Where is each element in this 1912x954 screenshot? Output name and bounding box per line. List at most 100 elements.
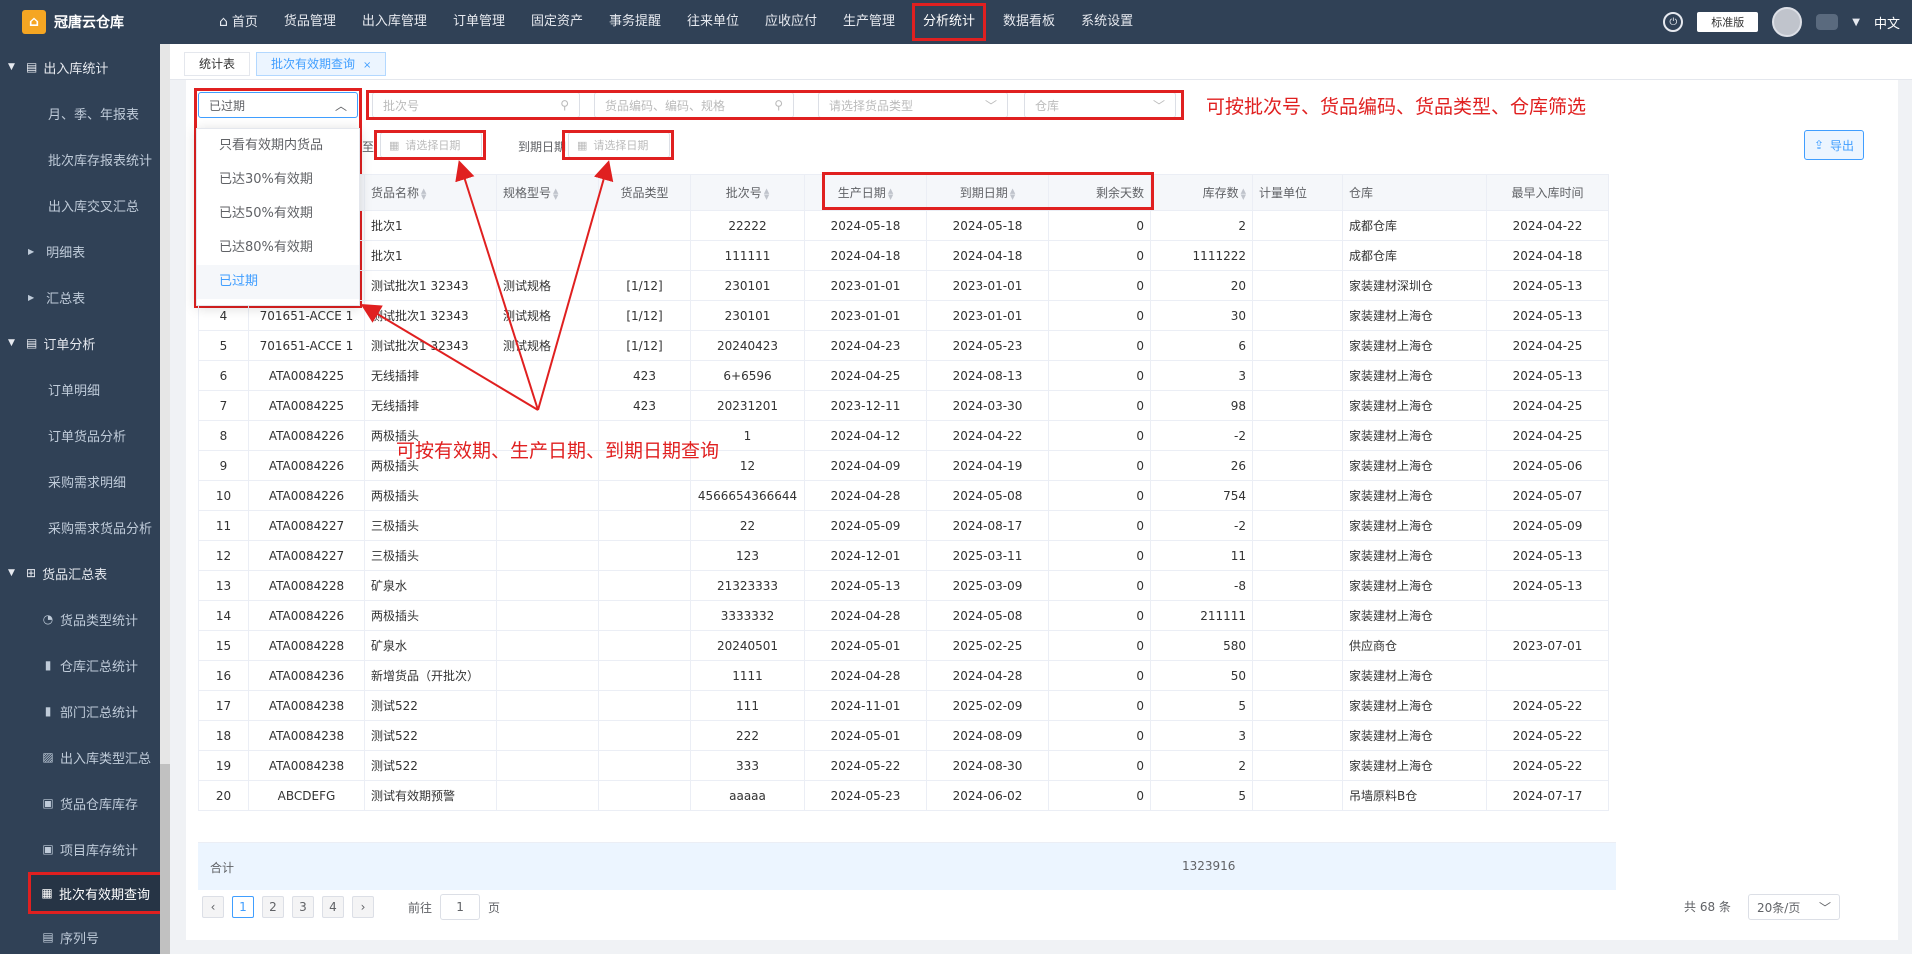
prev-page-icon[interactable]: ‹	[202, 896, 224, 918]
edition-badge[interactable]: 标准版	[1697, 12, 1759, 32]
close-icon[interactable]: ×	[363, 60, 371, 71]
sidebar-item-13[interactable]: ▮ 仓库汇总统计	[0, 642, 170, 688]
table-row[interactable]: 18 ATA0084238 测试522 222 2024-05-01 2024-08-09…	[198, 720, 1609, 751]
table-row[interactable]: 7 ATA0084225 无线插排 423 20231201 2023-12-11 2024…	[198, 390, 1609, 421]
table-row[interactable]: 批次1 111111 2024-04-18 2024-04-18 0 1111222 成都仓…	[198, 240, 1609, 271]
sidebar-item-9[interactable]: 采购需求明细	[0, 458, 170, 504]
table-cell: ABCDEFG	[248, 780, 365, 811]
sidebar-item-11[interactable]: ▼ ⊞ 货品汇总表	[0, 550, 170, 596]
app-logo[interactable]: ⌂ 冠唐云仓库	[0, 0, 170, 44]
nav-item-4[interactable]: 固定资产	[518, 0, 596, 44]
user-name[interactable]	[1816, 14, 1839, 30]
table-cell: 20231201	[690, 390, 805, 421]
sidebar-item-3[interactable]: 出入库交叉汇总	[0, 182, 170, 228]
nav-item-0[interactable]: ⌂ 首页	[206, 0, 271, 44]
table-row[interactable]: 10 ATA0084226 两极插头 4566654366644 2024-04-28 2…	[198, 480, 1609, 511]
sort-icon[interactable]: ▲ ▼	[764, 187, 769, 200]
dropdown-option[interactable]: 已过期	[197, 265, 359, 299]
table-row[interactable]: 12 ATA0084227 三极插头 123 2024-12-01 2025-03-11 0…	[198, 540, 1609, 571]
column-header[interactable]: 货品名称 ▲ ▼	[364, 174, 497, 211]
sidebar-item-14[interactable]: ▮ 部门汇总统计	[0, 688, 170, 734]
table-row[interactable]: 测试批次1 32343 测试规格 [1/12] 230101 2023-01-01 202…	[198, 270, 1609, 301]
sidebar-item-label: 仓库汇总统计	[60, 659, 139, 675]
sidebar-item-10[interactable]: 采购需求货品分析	[0, 504, 170, 550]
column-header: 计量单位	[1252, 174, 1343, 211]
table-cell	[1252, 300, 1343, 331]
next-page-icon[interactable]: ›	[352, 896, 374, 918]
sidebar-item-12[interactable]: ◔ 货品类型统计	[0, 596, 170, 642]
sort-icon[interactable]: ▲ ▼	[421, 187, 426, 200]
nav-item-11[interactable]: 系统设置	[1068, 0, 1146, 44]
sidebar-item-label: 订单分析	[43, 337, 96, 353]
nav-item-10[interactable]: 数据看板	[990, 0, 1068, 44]
table-cell: 6+6596	[690, 360, 805, 391]
dropdown-option[interactable]: 已达30%有效期	[197, 163, 359, 197]
table-row[interactable]: 4 701651-ACCE 1 测试批次1 32343 测试规格 [1/12] 23010…	[198, 300, 1609, 331]
table-row[interactable]: 17 ATA0084238 测试522 111 2024-11-01 2025-02-09…	[198, 690, 1609, 721]
sidebar-item-15[interactable]: ▨ 出入库类型汇总	[0, 734, 170, 780]
table-row[interactable]: 6 ATA0084225 无线插排 423 6+6596 2024-04-25 2024-0…	[198, 360, 1609, 391]
page-button[interactable]: 1	[232, 896, 254, 918]
table-row[interactable]: 14 ATA0084226 两极插头 3333332 2024-04-28 2024-05…	[198, 600, 1609, 631]
sort-icon[interactable]: ▲ ▼	[1241, 187, 1246, 200]
dropdown-option[interactable]: 已达50%有效期	[197, 197, 359, 231]
table-row[interactable]: 13 ATA0084228 矿泉水 21323333 2024-05-13 2025-03…	[198, 570, 1609, 601]
sidebar-item-16[interactable]: ▣ 货品仓库库存	[0, 780, 170, 826]
table-row[interactable]: 批次1 22222 2024-05-18 2024-05-18 0 2 成都仓库 2024-0…	[198, 210, 1609, 241]
scrollbar-thumb[interactable]	[160, 764, 170, 954]
sidebar-item-5[interactable]: ▶ 汇总表	[0, 274, 170, 320]
table-cell: 2023-12-11	[804, 390, 927, 421]
nav-item-2[interactable]: 出入库管理	[349, 0, 440, 44]
table-cell: 2024-05-13	[804, 570, 927, 601]
column-header[interactable]: 批次号 ▲ ▼	[690, 174, 805, 211]
avatar[interactable]	[1772, 7, 1803, 37]
page-button[interactable]: 3	[292, 896, 314, 918]
table-row[interactable]: 16 ATA0084236 新增货品（开批次） 1111 2024-04-28 2024-…	[198, 660, 1609, 691]
nav-item-8[interactable]: 生产管理	[830, 0, 908, 44]
nav-item-5[interactable]: 事务提醒	[596, 0, 674, 44]
tab-batch-expiry[interactable]: 批次有效期查询 ×	[256, 52, 387, 76]
table-row[interactable]: 20 ABCDEFG 测试有效期预警 aaaaa 2024-05-23 2024-06-0…	[198, 780, 1609, 811]
help-icon[interactable]: ⏻	[1663, 12, 1684, 32]
sidebar-item-7[interactable]: 订单明细	[0, 366, 170, 412]
table-row[interactable]: 15 ATA0084228 矿泉水 20240501 2024-05-01 2025-02…	[198, 630, 1609, 661]
column-header[interactable]: 规格型号 ▲ ▼	[496, 174, 599, 211]
nav-item-6[interactable]: 往来单位	[674, 0, 752, 44]
sidebar-item-18[interactable]: ▦ 批次有效期查询	[28, 872, 164, 914]
sidebar-item-2[interactable]: 批次库存报表统计	[0, 136, 170, 182]
sort-icon[interactable]: ▲ ▼	[553, 187, 558, 200]
table-cell: 1111	[690, 660, 805, 691]
table-cell	[1252, 330, 1343, 361]
chevron-down-icon: ﹀	[1818, 900, 1831, 915]
sidebar-item-8[interactable]: 订单货品分析	[0, 412, 170, 458]
table-row[interactable]: 5 701651-ACCE 1 测试批次1 32343 测试规格 [1/12] 20240…	[198, 330, 1609, 361]
column-header[interactable]: 库存数 ▲ ▼	[1150, 174, 1253, 211]
export-button[interactable]: ⇪ 导出	[1804, 130, 1864, 160]
nav-item-7[interactable]: 应收应付	[752, 0, 830, 44]
table-row[interactable]: 11 ATA0084227 三极插头 22 2024-05-09 2024-08-17 0-…	[198, 510, 1609, 541]
sidebar-item-17[interactable]: ▣ 项目库存统计	[0, 826, 170, 872]
nav-item-3[interactable]: 订单管理	[440, 0, 518, 44]
nav-item-9[interactable]: 分析统计	[912, 3, 987, 41]
sidebar-item-1[interactable]: 月、季、年报表	[0, 90, 170, 136]
page-button[interactable]: 4	[322, 896, 344, 918]
nav-item-1[interactable]: 货品管理	[271, 0, 349, 44]
sidebar-scrollbar[interactable]	[160, 44, 170, 954]
dropdown-option[interactable]: 已达80%有效期	[197, 231, 359, 265]
page-size-select[interactable]: 20条/页 ﹀	[1748, 894, 1840, 920]
dropdown-option[interactable]: 只看有效期内货品	[197, 129, 359, 163]
table-cell: 测试有效期预警	[364, 780, 497, 811]
table-cell: 211111	[1150, 600, 1253, 631]
page-button[interactable]: 2	[262, 896, 284, 918]
table-cell: 三极插头	[364, 510, 497, 541]
tab-stats[interactable]: 统计表	[184, 52, 251, 76]
chevron-down-icon[interactable]: ▼	[1852, 17, 1860, 28]
table-row[interactable]: 19 ATA0084238 测试522 333 2024-05-22 2024-08-30…	[198, 750, 1609, 781]
sidebar-item-6[interactable]: ▼ ▤ 订单分析	[0, 320, 170, 366]
sidebar-item-0[interactable]: ▼ ▤ 出入库统计	[0, 44, 170, 90]
goto-page-input[interactable]: 1	[440, 894, 481, 920]
language-switch[interactable]: 中文	[1874, 13, 1900, 32]
sidebar-item-19[interactable]: ▤ 序列号	[0, 914, 170, 954]
sidebar-item-4[interactable]: ▶ 明细表	[0, 228, 170, 274]
sidebar-item-label: 货品汇总表	[42, 567, 108, 583]
